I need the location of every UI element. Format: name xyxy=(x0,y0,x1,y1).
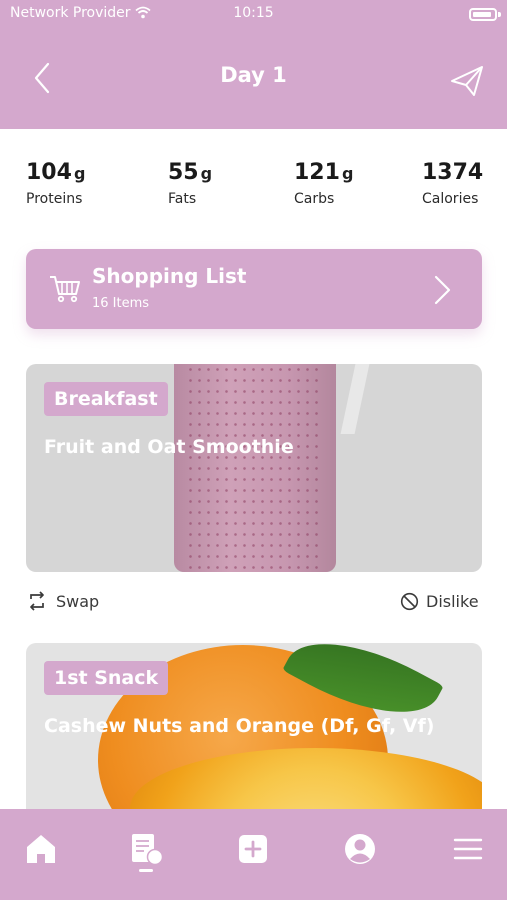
menu-icon xyxy=(453,838,483,860)
swap-label: Swap xyxy=(56,592,100,611)
meal-card-snack[interactable]: 1st Snack Cashew Nuts and Orange (Df, Gf… xyxy=(26,643,482,823)
meal-title: Fruit and Oat Smoothie xyxy=(44,436,294,458)
tab-meal-plan[interactable] xyxy=(128,831,164,867)
stat-label: Calories xyxy=(422,191,479,207)
active-tab-indicator xyxy=(139,869,153,872)
meal-tag: 1st Snack xyxy=(44,661,169,695)
block-icon xyxy=(400,592,419,611)
shopping-list-title: Shopping List xyxy=(92,264,247,288)
swap-icon xyxy=(30,591,44,611)
stat-proteins: 104 g Proteins xyxy=(26,160,85,207)
bottom-tab-bar xyxy=(0,809,507,900)
shopping-cart-icon xyxy=(50,276,80,303)
battery-icon xyxy=(469,8,497,21)
stat-value: 55 xyxy=(168,160,199,185)
tab-add[interactable] xyxy=(235,831,271,867)
stat-label: Carbs xyxy=(294,191,335,207)
tab-profile[interactable] xyxy=(342,831,378,867)
straw-image xyxy=(340,364,370,434)
battery-tip xyxy=(498,12,501,17)
stat-unit: g xyxy=(341,164,354,183)
meal-plan-icon xyxy=(132,834,164,866)
stat-fats: 55 g Fats xyxy=(168,160,212,207)
smoothie-image xyxy=(174,364,336,572)
meal-actions: Swap Dislike xyxy=(26,588,482,616)
add-icon xyxy=(239,835,267,863)
stat-label: Fats xyxy=(168,191,197,207)
page-title: Day 1 xyxy=(220,63,287,87)
stat-value: 1374 xyxy=(422,160,484,185)
stat-label: Proteins xyxy=(26,191,83,207)
shopping-list-card[interactable]: Shopping List 16 Items xyxy=(26,249,482,329)
profile-icon xyxy=(345,834,375,864)
app-header: Network Provider 10:15 Day 1 xyxy=(0,0,507,129)
chevron-right-icon xyxy=(434,275,451,305)
stat-unit: g xyxy=(73,164,86,183)
meal-tag: Breakfast xyxy=(44,382,168,416)
stat-unit: g xyxy=(200,164,213,183)
stat-calories: 1374 Calories xyxy=(422,160,485,207)
tab-home[interactable] xyxy=(23,831,59,867)
stat-value: 121 xyxy=(294,160,340,185)
stat-carbs: 121 g Carbs xyxy=(294,160,353,207)
home-icon xyxy=(27,835,55,863)
meal-title: Cashew Nuts and Orange (Df, Gf, Vf) xyxy=(44,715,435,737)
tab-menu[interactable] xyxy=(450,831,486,867)
shopping-list-count: 16 Items xyxy=(92,296,150,311)
dislike-label: Dislike xyxy=(426,592,479,611)
meal-card-breakfast[interactable]: Breakfast Fruit and Oat Smoothie xyxy=(26,364,482,572)
stat-value: 104 xyxy=(26,160,72,185)
send-icon[interactable] xyxy=(447,60,487,100)
nutrition-summary: 104 g Proteins 55 g Fats 121 g Carbs 1374 C… xyxy=(0,160,507,216)
status-time: 10:15 xyxy=(233,5,274,21)
status-bar: Network Provider 10:15 xyxy=(0,5,507,25)
